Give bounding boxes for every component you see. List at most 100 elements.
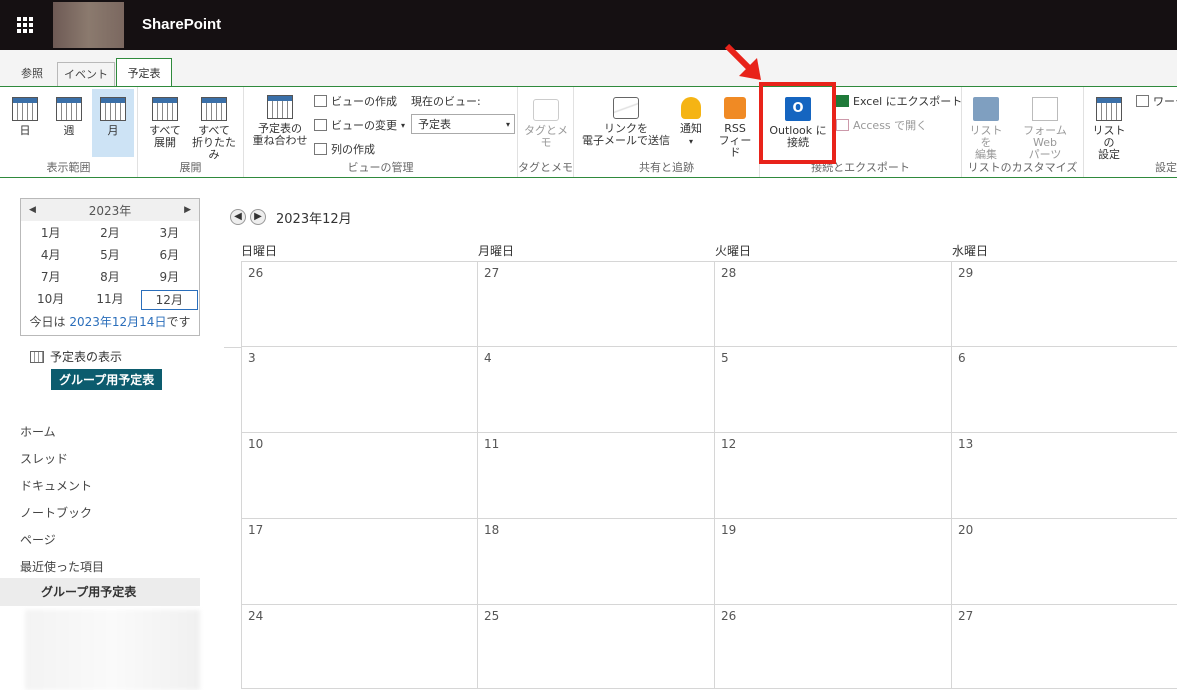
nav-documents[interactable]: ドキュメント <box>20 477 92 494</box>
calendar-day-cell[interactable]: 6 <box>952 347 1177 433</box>
month-option[interactable]: 4月 <box>21 245 80 267</box>
tags-notes-button[interactable]: タグとメモ <box>522 99 570 149</box>
month-option[interactable]: 7月 <box>21 267 80 289</box>
email-link-button[interactable]: リンクを 電子メールで送信 <box>578 97 674 147</box>
group-scope: 日 週 月 表示範囲 <box>0 87 138 177</box>
group-customize-label: リストのカスタマイズ <box>967 161 1078 174</box>
calendar-day-cell[interactable]: 18 <box>478 519 715 605</box>
nav-threads[interactable]: スレッド <box>20 450 68 467</box>
today-link[interactable]: 2023年12月14日 <box>69 315 166 329</box>
group-view-label: ビューの管理 <box>347 161 414 174</box>
calendar-day-cell[interactable]: 26 <box>241 261 478 347</box>
month-option[interactable]: 6月 <box>140 245 199 267</box>
prev-year-icon[interactable]: ◀ <box>29 205 36 215</box>
rss-feed-button[interactable]: RSS フィード <box>714 97 756 159</box>
calendar-day-cell[interactable]: 13 <box>952 433 1177 519</box>
overlay-calendars-button[interactable]: 予定表の 重ね合わせ <box>250 95 310 147</box>
tags-notes-label: タグとメモ <box>524 124 568 149</box>
form-web-parts-button[interactable]: フォーム Web パーツ <box>1010 97 1080 161</box>
week-view-button[interactable]: 週 <box>50 97 88 137</box>
group-expand: すべて 展開 すべて 折りたたみ 展開 <box>138 87 244 177</box>
next-month-icon[interactable]: ▶ <box>250 209 266 225</box>
create-column-label: 列の作成 <box>331 143 375 156</box>
tab-event[interactable]: イベント <box>57 62 115 87</box>
blurred-area <box>25 610 200 690</box>
calendar-day-cell[interactable]: 3 <box>241 347 478 433</box>
tag-icon <box>533 99 559 121</box>
calendar-show-link[interactable]: 予定表の表示 <box>30 348 122 365</box>
nav-home[interactable]: ホーム <box>20 423 56 440</box>
tab-browse[interactable]: 参照 <box>10 62 54 87</box>
day-number: 4 <box>484 351 492 365</box>
month-option[interactable]: 3月 <box>140 223 199 245</box>
nav-recent[interactable]: 最近使った項目 <box>20 558 104 575</box>
calendar-day-cell[interactable]: 28 <box>715 261 952 347</box>
day-view-button[interactable]: 日 <box>8 97 42 137</box>
expand-all-button[interactable]: すべて 展開 <box>144 97 186 149</box>
calendar-day-cell[interactable]: 19 <box>715 519 952 605</box>
month-option[interactable]: 10月 <box>21 289 80 311</box>
site-logo[interactable] <box>53 2 124 48</box>
prev-month-icon[interactable]: ◀ <box>230 209 246 225</box>
calendar-day-cell[interactable]: 17 <box>241 519 478 605</box>
month-option[interactable]: 9月 <box>140 267 199 289</box>
day-number: 24 <box>248 609 264 623</box>
list-settings-button[interactable]: リストの 設定 <box>1088 97 1130 161</box>
create-view-label: ビューの作成 <box>331 95 397 108</box>
calendar-day-cell[interactable]: 29 <box>952 261 1177 347</box>
collapse-all-button[interactable]: すべて 折りたたみ <box>188 97 240 161</box>
nav-notebook[interactable]: ノートブック <box>20 504 92 521</box>
day-number: 27 <box>484 266 500 280</box>
month-option[interactable]: 11月 <box>80 289 139 311</box>
nav-group-calendar[interactable]: グループ用予定表 <box>0 578 200 606</box>
app-launcher-icon[interactable] <box>0 0 50 50</box>
create-column-button[interactable]: 列の作成 <box>314 141 375 157</box>
next-year-icon[interactable]: ▶ <box>184 205 191 215</box>
group-calendar-badge[interactable]: グループ用予定表 <box>51 369 163 390</box>
email-link-line2: 電子メールで送信 <box>582 134 670 147</box>
calendar-day-cell[interactable]: 20 <box>952 519 1177 605</box>
edit-list-line1: リストを <box>969 124 1003 149</box>
create-view-button[interactable]: ビューの作成 <box>314 93 397 109</box>
month-option[interactable]: 8月 <box>80 267 139 289</box>
alert-me-button[interactable]: 通知 ▾ <box>676 97 706 148</box>
annotation-highlight-box <box>759 82 836 164</box>
month-title: 2023年12月 <box>276 211 352 227</box>
day-header: 月曜日 <box>478 244 515 258</box>
day-number: 5 <box>721 351 729 365</box>
day-number: 10 <box>248 437 264 451</box>
brand-title[interactable]: SharePoint <box>142 16 221 33</box>
calendar-day-cell[interactable]: 11 <box>478 433 715 519</box>
month-option[interactable]: 1月 <box>21 223 80 245</box>
open-access-button[interactable]: Access で開く <box>836 117 927 133</box>
month-option[interactable]: 5月 <box>80 245 139 267</box>
month-view-button[interactable]: 月 <box>92 89 134 157</box>
workflow-button[interactable]: ワーク <box>1136 93 1177 109</box>
export-excel-button[interactable]: Excel にエクスポート <box>836 93 962 109</box>
calendar-day-cell[interactable]: 4 <box>478 347 715 433</box>
current-view-select[interactable]: 予定表 ▾ <box>411 114 515 134</box>
modify-view-button[interactable]: ビューの変更 ▾ <box>314 117 405 133</box>
calendar-week-icon <box>56 97 82 121</box>
calendar-day-cell[interactable]: 5 <box>715 347 952 433</box>
collapse-all-line2: 折りたたみ <box>192 136 236 161</box>
calendar-day-icon <box>12 97 38 121</box>
day-number: 11 <box>484 437 500 451</box>
day-number: 3 <box>248 351 256 365</box>
calendar-day-cell[interactable]: 27 <box>478 261 715 347</box>
nav-pages[interactable]: ページ <box>20 531 56 548</box>
day-header: 火曜日 <box>715 244 752 258</box>
calendar-day-cell[interactable]: 10 <box>241 433 478 519</box>
calendar-day-cell[interactable]: 24 <box>241 605 478 689</box>
calendar-grid: 日曜日 月曜日 火曜日 水曜日 26 27 28 29 3 4 5 6 10 11 12 13 17 18 19 20… <box>224 241 1177 689</box>
calendar-day-cell[interactable]: 26 <box>715 605 952 689</box>
edit-list-button[interactable]: リストを 編集 <box>966 97 1006 161</box>
month-option[interactable]: 2月 <box>80 223 139 245</box>
calendar-day-cell[interactable]: 25 <box>478 605 715 689</box>
calendar-day-cell[interactable]: 27 <box>952 605 1177 689</box>
tab-calendar[interactable]: 予定表 <box>116 58 172 88</box>
collapse-icon <box>201 97 227 121</box>
calendar-day-cell[interactable]: 12 <box>715 433 952 519</box>
expand-icon <box>152 97 178 121</box>
month-option[interactable]: 12月 <box>140 290 198 310</box>
